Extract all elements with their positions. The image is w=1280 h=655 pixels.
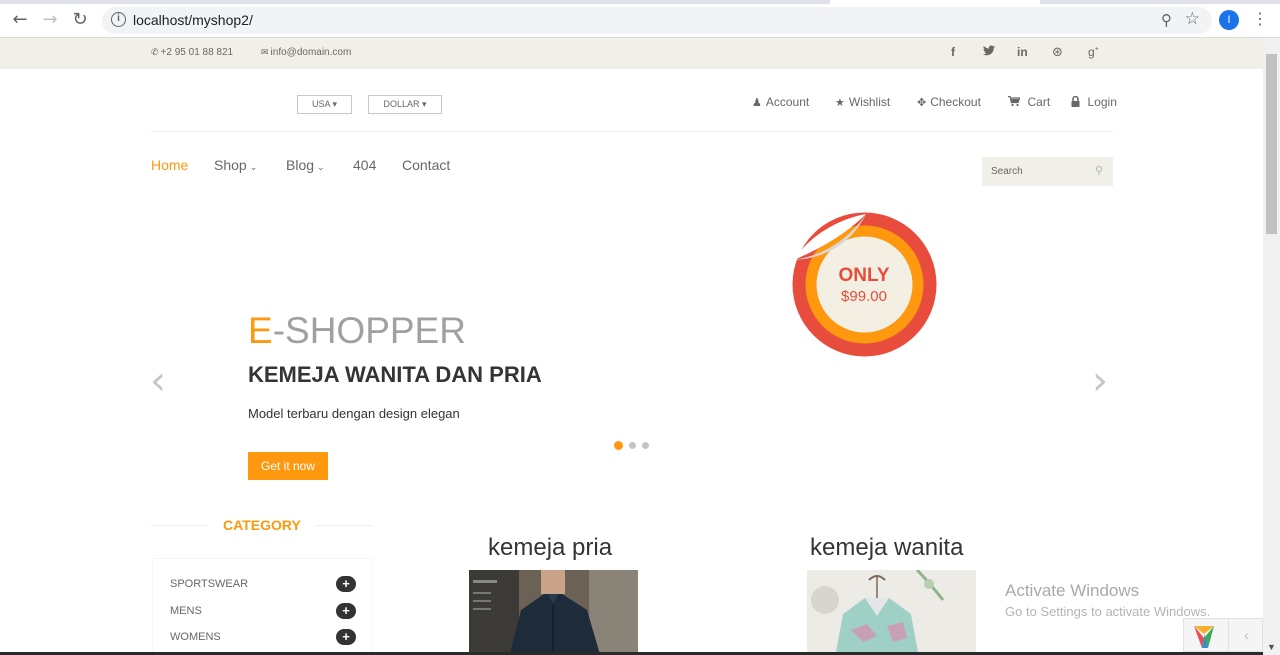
get-it-now-button[interactable]: Get it now (248, 452, 328, 480)
user-icon: ♟ (752, 96, 762, 109)
badge-price-text: $99.00 (841, 288, 887, 305)
back-button[interactable]: ← (8, 8, 32, 32)
wishlist-link[interactable]: ★ Wishlist (835, 95, 890, 109)
dribbble-icon[interactable]: ⊛ (1052, 45, 1063, 60)
category-item-sportswear[interactable]: SPORTSWEAR (170, 578, 248, 590)
product-title-wanita[interactable]: kemeja wanita (810, 534, 963, 562)
country-value: USA (311, 99, 330, 109)
slider-prev-arrow[interactable]: ‹ (150, 361, 166, 401)
search-placeholder: Search (991, 166, 1023, 177)
slider-dot-3[interactable] (642, 442, 649, 449)
scrollbar-thumb[interactable] (1266, 54, 1277, 234)
category-item-womens[interactable]: WOMENS (170, 631, 221, 643)
yii-logo-icon (1194, 626, 1214, 648)
linkedin-icon[interactable]: in (1017, 45, 1028, 59)
shirt-woman-image (807, 570, 976, 655)
debug-toolbar-widget[interactable]: ‹ (1183, 618, 1263, 653)
checkout-label: Checkout (930, 95, 981, 109)
product-title-pria[interactable]: kemeja pria (488, 534, 612, 562)
product-image-wanita[interactable] (807, 570, 976, 655)
product-image-pria[interactable] (469, 570, 638, 655)
phone-number: +2 95 01 88 821 (160, 47, 234, 58)
reload-button[interactable]: ↻ (68, 8, 92, 32)
windows-activation-subtitle: Go to Settings to activate Windows. (1005, 604, 1211, 619)
vertical-scrollbar[interactable]: ▼ (1263, 38, 1280, 655)
account-label: Account (765, 95, 810, 109)
bookmark-star-icon[interactable]: ☆ (1185, 9, 1200, 29)
cart-label: Cart (1027, 95, 1051, 109)
header-top-bar: ✆ +2 95 01 88 821 ✉ info@domain.com f in ⊛… (0, 38, 1263, 69)
browser-toolbar: ← → ↻ i localhost/myshop2/ ⚲ ☆ I ⋮ (0, 0, 1280, 38)
google-plus-icon[interactable]: g+ (1088, 45, 1099, 59)
login-label: Login (1087, 95, 1117, 109)
cart-icon (1008, 95, 1024, 109)
lock-icon (1071, 95, 1084, 109)
chevron-down-icon: ⌄ (317, 163, 325, 173)
phone-contact[interactable]: ✆ +2 95 01 88 821 (151, 47, 233, 58)
caret-down-icon: ▾ (419, 99, 427, 109)
nav-shop[interactable]: Shop ⌄ (214, 157, 257, 173)
slide-title: KEMEJA WANITA DAN PRIA (248, 362, 542, 387)
nav-shop-label: Shop (214, 157, 247, 173)
active-tab[interactable] (830, 0, 1040, 4)
expand-plus-icon[interactable]: + (336, 576, 356, 592)
shirt-man-image (469, 570, 638, 655)
windows-activation-title: Activate Windows (1005, 581, 1140, 600)
cart-link[interactable]: Cart (1008, 95, 1050, 109)
badge-only-text: ONLY (838, 265, 889, 286)
zoom-icon[interactable]: ⚲ (1161, 11, 1172, 29)
currency-select[interactable]: DOLLAR ▾ (368, 95, 442, 114)
expand-plus-icon[interactable]: + (336, 603, 356, 619)
profile-avatar[interactable]: I (1219, 10, 1239, 30)
nav-404[interactable]: 404 (353, 157, 376, 173)
crosshairs-icon: ✥ (917, 96, 927, 109)
forward-button[interactable]: → (38, 8, 62, 32)
nav-blog-label: Blog (286, 157, 315, 173)
nav-blog[interactable]: Blog ⌄ (286, 157, 325, 173)
category-rule-right (315, 525, 373, 526)
nav-home[interactable]: Home (151, 157, 188, 173)
email-contact[interactable]: ✉ info@domain.com (261, 47, 351, 58)
star-icon: ★ (835, 96, 845, 109)
caret-down-icon: ▾ (329, 99, 338, 109)
scroll-down-arrow-icon[interactable]: ▼ (1267, 642, 1276, 652)
address-bar[interactable]: i localhost/myshop2/ ⚲ ☆ (102, 7, 1212, 34)
facebook-icon[interactable]: f (951, 45, 955, 59)
wishlist-label: Wishlist (848, 95, 891, 109)
tab-strip (0, 0, 1280, 4)
page-content: ✆ +2 95 01 88 821 ✉ info@domain.com f in ⊛… (0, 38, 1263, 655)
account-link[interactable]: ♟ Account (752, 95, 809, 109)
slide-description: Model terbaru dengan design elegan (248, 406, 460, 421)
search-icon[interactable]: ⚲ (1095, 164, 1103, 177)
envelope-icon: ✉ (261, 48, 269, 58)
phone-icon: ✆ (151, 48, 159, 58)
browser-menu-icon[interactable]: ⋮ (1252, 9, 1268, 31)
price-badge: ONLY $99.00 (792, 212, 937, 357)
email-address: info@domain.com (270, 47, 352, 58)
category-item-mens[interactable]: MENS (170, 605, 202, 617)
brand-e: E (248, 310, 273, 351)
category-panel: SPORTSWEAR + MENS + WOMENS + (152, 558, 373, 655)
brand-rest: -SHOPPER (272, 310, 466, 351)
nav-contact[interactable]: Contact (402, 157, 450, 173)
chevron-down-icon: ⌄ (249, 163, 258, 173)
url-text[interactable]: localhost/myshop2/ (133, 12, 253, 28)
slider-dot-2[interactable] (629, 442, 636, 449)
category-title: CATEGORY (223, 517, 301, 533)
currency-value: DOLLAR (383, 99, 420, 109)
slider-dot-1[interactable] (614, 441, 623, 450)
collapse-toolbar-button[interactable]: ‹ (1228, 619, 1263, 653)
expand-plus-icon[interactable]: + (336, 629, 356, 645)
slide-brand: E-SHOPPER (248, 310, 466, 352)
twitter-icon[interactable] (983, 45, 995, 59)
header-divider (151, 131, 1113, 132)
category-rule-left (151, 525, 208, 526)
slider-next-arrow[interactable]: › (1092, 361, 1108, 401)
site-info-icon[interactable]: i (111, 12, 126, 27)
country-select[interactable]: USA ▾ (297, 95, 352, 114)
checkout-link[interactable]: ✥ Checkout (917, 95, 981, 109)
login-link[interactable]: Login (1071, 95, 1117, 109)
search-input[interactable]: Search ⚲ (982, 157, 1113, 186)
